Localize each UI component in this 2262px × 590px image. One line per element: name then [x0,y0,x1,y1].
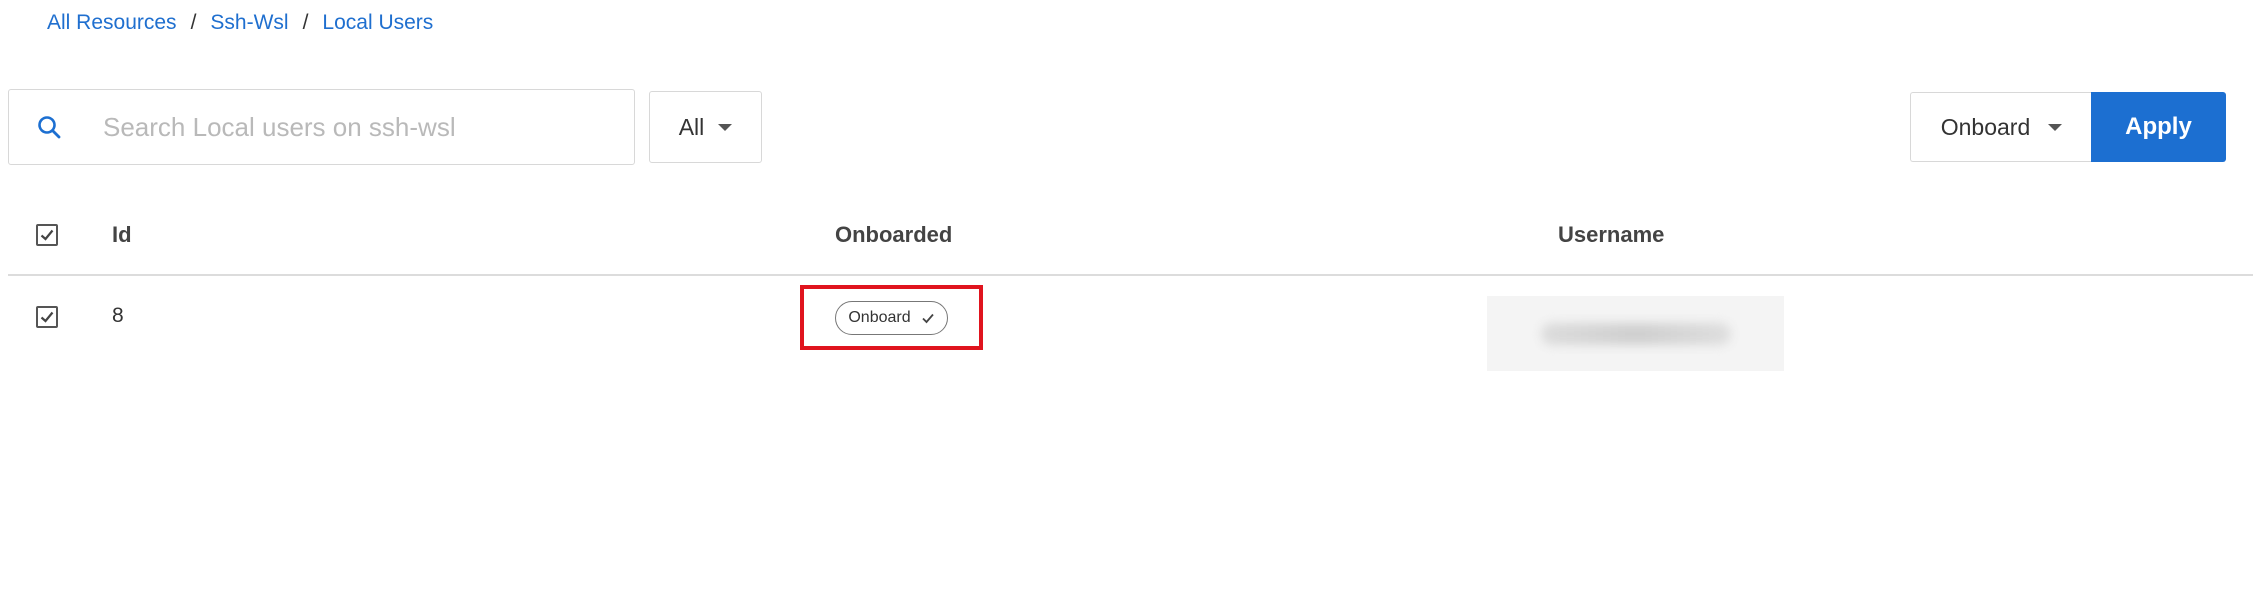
search-input[interactable] [89,90,634,164]
check-icon [40,311,54,323]
column-header-id-label: Id [112,222,132,247]
column-header-username[interactable]: Username [1558,196,1664,274]
breadcrumb-item-all-resources[interactable]: All Resources [47,11,177,35]
breadcrumb-separator: / [302,11,309,34]
onboard-status-label: Onboard [848,308,911,326]
local-users-table: Id Onboarded Username [8,196,2253,276]
filter-select[interactable]: All [649,91,762,163]
username-value [1540,322,1731,345]
breadcrumb-item-local-users[interactable]: Local Users [322,11,433,35]
column-header-username-label: Username [1558,222,1665,247]
row-select-checkbox[interactable] [36,306,58,328]
column-header-onboarded[interactable]: Onboarded [835,196,952,274]
bulk-action-select-value: Onboard [1940,113,2031,140]
check-icon [921,313,934,323]
breadcrumb: All Resources / Ssh-Wsl / Local Users [47,8,433,38]
filter-select-value: All [678,113,705,140]
check-icon [40,229,54,241]
chevron-down-icon [718,123,733,131]
apply-button[interactable]: Apply [2091,92,2226,162]
table-header-row: Id Onboarded Username [8,196,2253,276]
bulk-action-select[interactable]: Onboard [1910,92,2092,162]
username-cell-redacted [1487,296,1784,371]
column-header-id[interactable]: Id [112,196,132,274]
highlight-annotation: Onboard [800,285,983,350]
select-all-checkbox[interactable] [36,224,58,246]
onboard-status-badge[interactable]: Onboard [835,300,948,335]
breadcrumb-item-ssh-wsl[interactable]: Ssh-Wsl [210,11,288,35]
search-box[interactable] [8,89,635,165]
select-all-cell [36,196,58,274]
search-icon [9,90,89,164]
row-id: 8 [112,304,124,327]
column-header-onboarded-label: Onboarded [835,222,953,247]
chevron-down-icon [2048,123,2063,131]
breadcrumb-separator: / [190,11,197,34]
